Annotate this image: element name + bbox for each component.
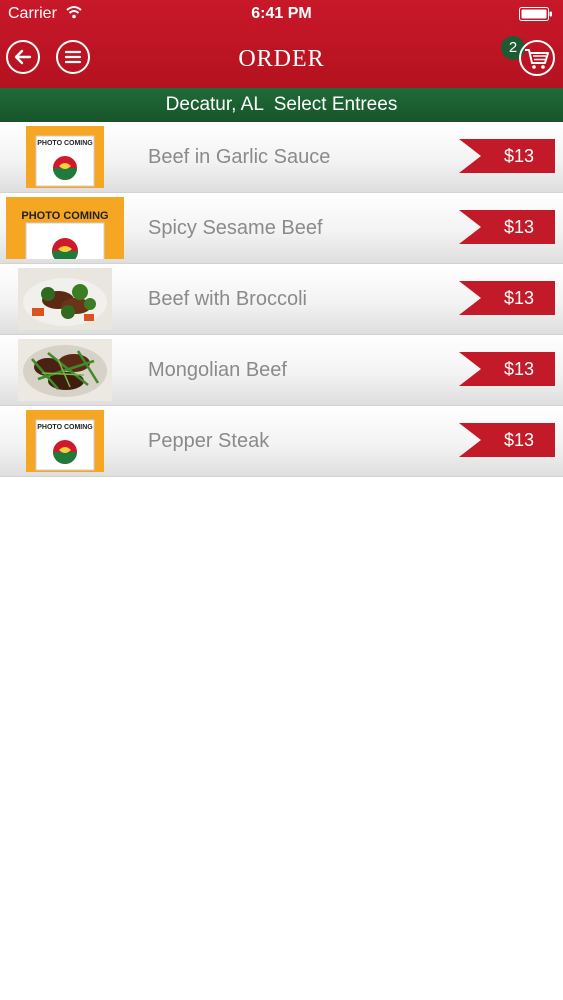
price-tag[interactable]: $13 bbox=[459, 139, 555, 173]
item-name: Spicy Sesame Beef bbox=[148, 217, 323, 239]
battery-icon bbox=[519, 7, 553, 21]
mongolian-beef-photo bbox=[18, 339, 112, 401]
item-price: $13 bbox=[503, 288, 535, 308]
menu-item-row[interactable]: Mongolian Beef $13 bbox=[0, 335, 563, 406]
shopping-cart-icon bbox=[525, 49, 549, 69]
item-name: Pepper Steak bbox=[148, 430, 270, 452]
header: Carrier 6:41 PM ORDER 2 bbox=[0, 0, 563, 88]
cart-button[interactable] bbox=[519, 40, 555, 76]
photo-coming-placeholder-image: PHOTO COMING bbox=[6, 197, 124, 259]
app-screen: Carrier 6:41 PM ORDER 2 Decatur, AL Sele… bbox=[0, 0, 563, 1000]
status-bar: Carrier 6:41 PM bbox=[0, 0, 563, 30]
location-category-bar: Decatur, AL Select Entrees bbox=[0, 88, 563, 122]
item-price: $13 bbox=[503, 146, 535, 166]
beef-with-broccoli-photo bbox=[18, 268, 112, 330]
price-tag[interactable]: $13 bbox=[459, 210, 555, 244]
item-price: $13 bbox=[503, 430, 535, 450]
page-title: ORDER bbox=[238, 46, 325, 72]
menu-item-row[interactable]: PHOTO COMING Beef in Garlic Sauce $13 bbox=[0, 122, 563, 193]
photo-coming-placeholder-image: PHOTO COMING bbox=[26, 410, 104, 472]
item-price: $13 bbox=[503, 217, 535, 237]
nav-bar: ORDER 2 bbox=[0, 30, 563, 88]
photo-coming-text: PHOTO COMING bbox=[21, 210, 108, 222]
photo-coming-text: PHOTO COMING bbox=[37, 140, 93, 147]
entree-list: PHOTO COMING Beef in Garlic Sauce $13 PH… bbox=[0, 122, 563, 477]
status-time: 6:41 PM bbox=[251, 5, 312, 22]
menu-item-row[interactable]: PHOTO COMING Pepper Steak $13 bbox=[0, 406, 563, 477]
menu-item-row[interactable]: PHOTO COMING Spicy Sesame Beef $13 bbox=[0, 193, 563, 264]
photo-coming-text: PHOTO COMING bbox=[37, 424, 93, 431]
item-name: Beef with Broccoli bbox=[148, 288, 307, 310]
item-name: Mongolian Beef bbox=[148, 359, 287, 381]
menu-item-row[interactable]: Beef with Broccoli $13 bbox=[0, 264, 563, 335]
item-name: Beef in Garlic Sauce bbox=[148, 146, 331, 168]
price-tag[interactable]: $13 bbox=[459, 423, 555, 457]
price-tag[interactable]: $13 bbox=[459, 352, 555, 386]
item-price: $13 bbox=[503, 359, 535, 379]
price-tag[interactable]: $13 bbox=[459, 281, 555, 315]
photo-coming-placeholder-image: PHOTO COMING bbox=[26, 126, 104, 188]
